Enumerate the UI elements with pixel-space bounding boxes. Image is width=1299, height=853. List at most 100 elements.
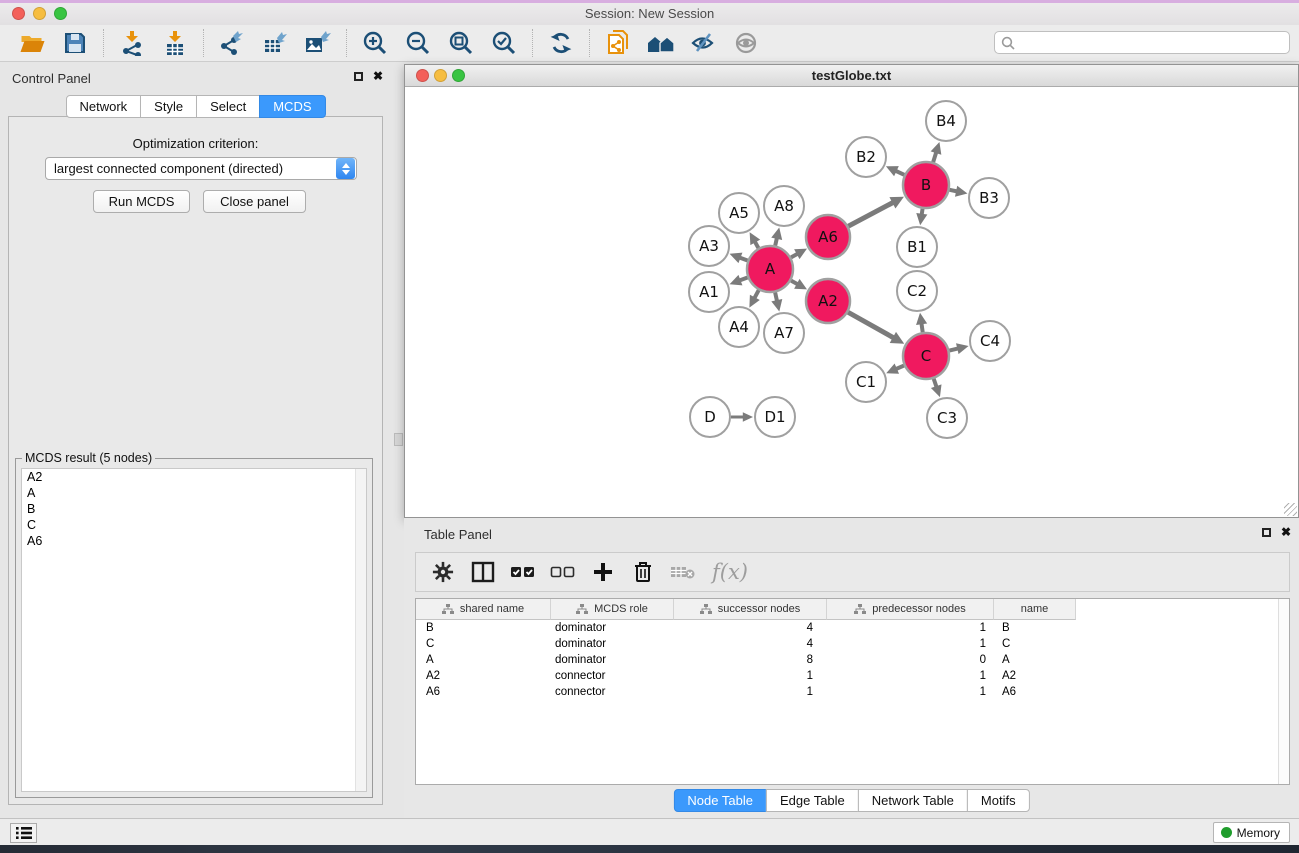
close-window-button[interactable] [12,7,25,20]
table-toolbar: f(x) [415,552,1290,592]
mcds-result-item[interactable]: A6 [22,533,366,549]
tab-node-table[interactable]: Node Table [673,789,767,812]
hide-selected-icon[interactable] [689,28,719,58]
save-session-icon[interactable] [60,28,90,58]
tab-select[interactable]: Select [196,95,260,118]
node-label-A5: A5 [729,204,749,222]
minimize-window-button[interactable] [33,7,46,20]
result-scrollbar[interactable] [355,469,366,791]
table-cell: 1 [827,686,994,698]
close-table-panel-icon[interactable]: ✖ [1281,526,1291,538]
node-label-A: A [765,260,776,278]
export-network-icon[interactable] [217,28,247,58]
memory-status-icon [1221,827,1232,838]
table-row[interactable]: A6connector11A6 [416,684,1289,700]
refresh-layout-icon[interactable] [546,28,576,58]
export-image-icon[interactable] [303,28,333,58]
close-panel-button[interactable]: Close panel [203,190,306,213]
column-header-shared-name[interactable]: shared name [416,599,551,620]
control-panel-tabs: NetworkStyleSelectMCDS [65,95,325,118]
zoom-fit-icon[interactable] [446,28,476,58]
arrowhead-B-B1 [916,213,927,225]
tab-network-table[interactable]: Network Table [858,789,968,812]
memory-button[interactable]: Memory [1213,822,1290,843]
attribute-tree-icon [576,604,588,615]
zoom-window-button[interactable] [54,7,67,20]
table-cell: A6 [994,686,1076,698]
show-all-icon[interactable] [732,28,762,58]
tab-mcds[interactable]: MCDS [259,95,325,118]
run-mcds-button[interactable]: Run MCDS [93,190,190,213]
table-row[interactable]: Adominator80A [416,652,1289,668]
open-file-icon[interactable] [17,28,47,58]
edge-A2-C[interactable] [848,312,894,338]
column-header-mcds-role[interactable]: MCDS role [551,599,674,620]
edge-B-B2[interactable] [895,171,904,175]
close-panel-icon[interactable]: ✖ [373,70,383,82]
delete-columns-icon[interactable] [630,559,656,585]
table-cell: 0 [827,654,994,666]
column-header-name[interactable]: name [994,599,1076,620]
import-network-icon[interactable] [117,28,147,58]
table-row[interactable]: Cdominator41C [416,636,1289,652]
export-table-icon[interactable] [260,28,290,58]
network-canvas[interactable]: B4B2BB3A5A8A6B1A3AC2A1A2A4A7C4CC1C3DD1 [405,87,1298,517]
table-scrollbar[interactable] [1278,599,1289,784]
memory-label: Memory [1237,826,1280,840]
zoom-selected-icon[interactable] [489,28,519,58]
criterion-dropdown[interactable]: largest connected component (directed) [45,157,357,180]
deselect-all-columns-icon[interactable] [550,559,576,585]
table-cell: 1 [827,670,994,682]
node-table[interactable]: shared nameMCDS role successor nodes prede… [415,598,1290,785]
resize-grip-icon[interactable] [1284,503,1297,516]
dropdown-stepper-icon [336,158,355,179]
zoom-in-icon[interactable] [360,28,390,58]
task-history-button[interactable] [10,823,37,843]
tab-edge-table[interactable]: Edge Table [766,789,859,812]
table-cell: 8 [674,654,827,666]
vertical-splitter-handle[interactable] [394,433,403,446]
float-table-panel-icon[interactable] [1262,528,1271,537]
first-neighbors-icon[interactable] [646,28,676,58]
copy-network-icon[interactable] [603,28,633,58]
tab-network[interactable]: Network [65,95,141,118]
network-close-button[interactable] [416,69,429,82]
import-table-icon[interactable] [160,28,190,58]
mcds-result-item[interactable]: A2 [22,469,366,485]
network-view-window: testGlobe.txt B4B2BB3A5A8A6B1A3AC2A1A2A4… [404,64,1299,518]
table-header-row: shared nameMCDS role successor nodes prede… [416,599,1289,620]
tab-style[interactable]: Style [140,95,197,118]
network-minimize-button[interactable] [434,69,447,82]
attribute-tree-icon [854,604,866,615]
search-input[interactable] [1015,36,1283,50]
column-header-successor-nodes[interactable]: successor nodes [674,599,827,620]
show-columns-icon[interactable] [470,559,496,585]
add-column-icon[interactable] [590,559,616,585]
mcds-result-list[interactable]: A2ABCA6 [21,468,367,792]
node-label-B1: B1 [907,238,927,256]
float-panel-icon[interactable] [354,72,363,81]
network-graph[interactable]: B4B2BB3A5A8A6B1A3AC2A1A2A4A7C4CC1C3DD1 [405,87,1298,517]
table-settings-icon[interactable] [430,559,456,585]
network-window-titlebar[interactable]: testGlobe.txt [405,65,1298,87]
optimization-criterion-label: Optimization criterion: [9,136,382,151]
column-header-label: successor nodes [718,603,801,615]
select-all-columns-icon[interactable] [510,559,536,585]
column-header-predecessor-nodes[interactable]: predecessor nodes [827,599,994,620]
mcds-result-item[interactable]: B [22,501,366,517]
table-cell: 1 [674,686,827,698]
arrowhead-C-C3 [931,384,942,397]
zoom-out-icon[interactable] [403,28,433,58]
tab-motifs[interactable]: Motifs [967,789,1030,812]
edge-B-B4[interactable] [933,152,936,162]
network-zoom-button[interactable] [452,69,465,82]
table-cell: connector [551,686,674,698]
table-row[interactable]: A2connector11A2 [416,668,1289,684]
search-field[interactable] [994,31,1290,54]
edge-A6-B[interactable] [848,202,893,226]
mcds-result-item[interactable]: C [22,517,366,533]
table-row[interactable]: Bdominator41B [416,620,1289,636]
mcds-result-item[interactable]: A [22,485,366,501]
status-bar: Memory [0,818,1299,845]
desktop-background [0,845,1299,853]
